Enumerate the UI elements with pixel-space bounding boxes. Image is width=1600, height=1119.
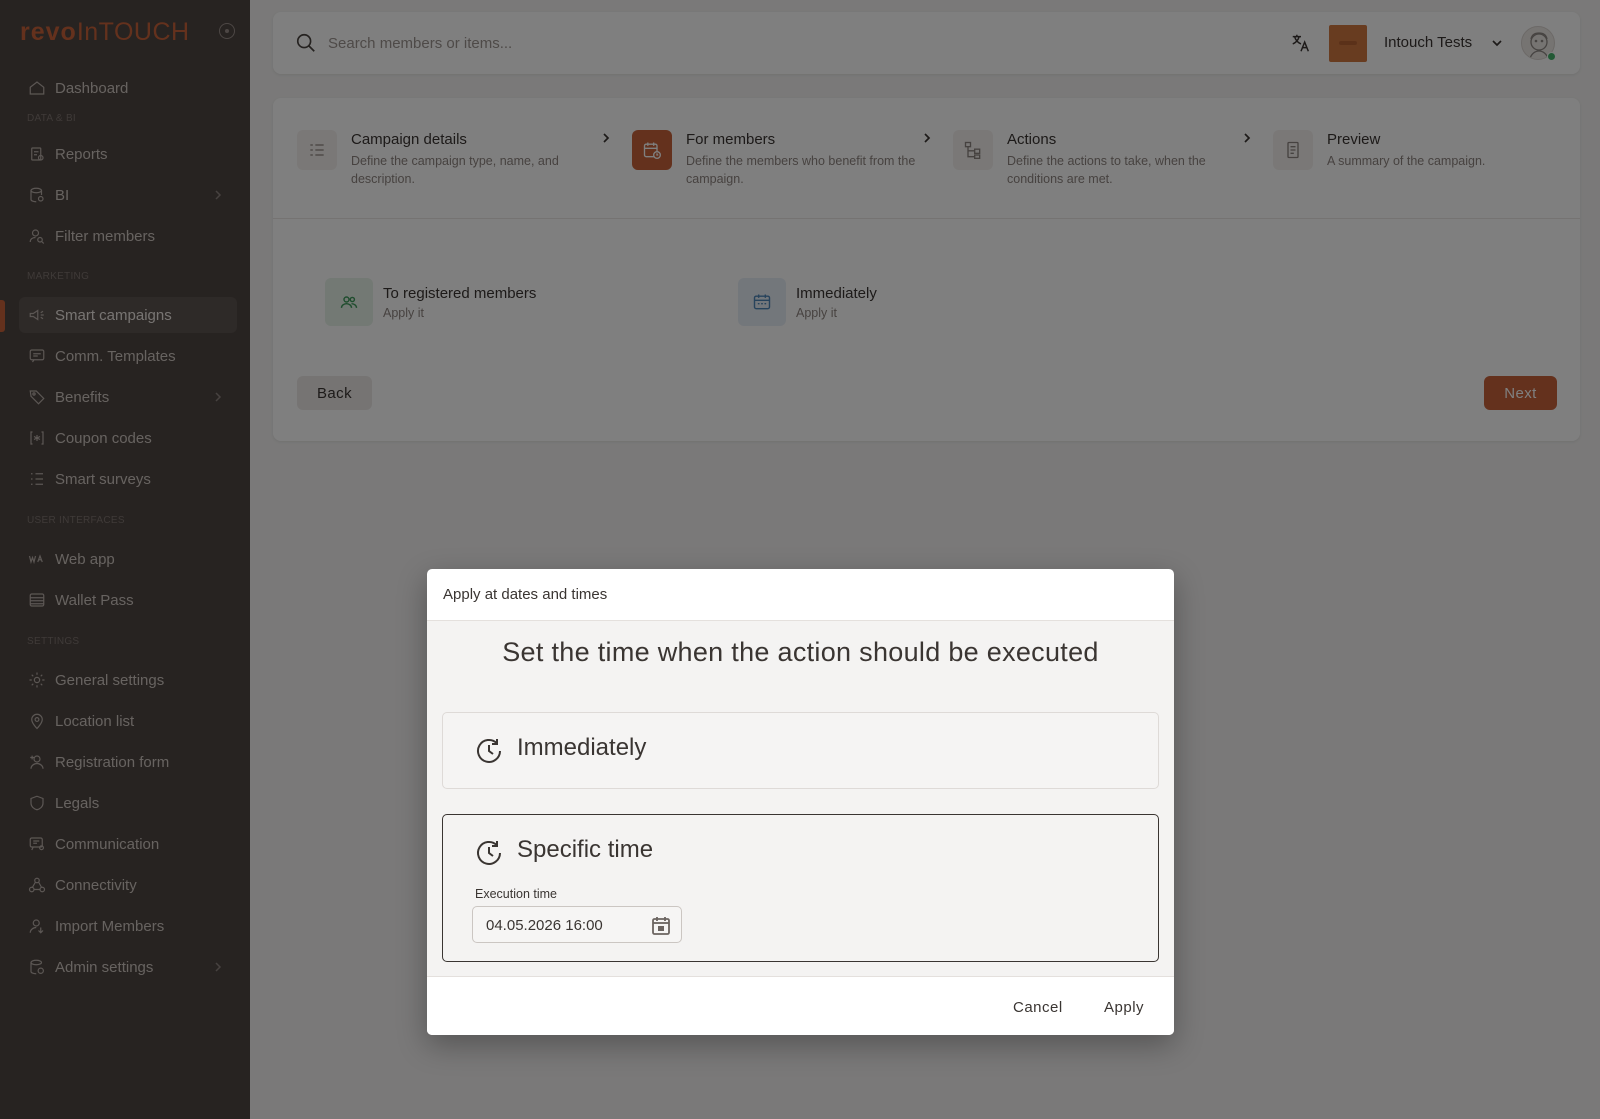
execution-time-label: Execution time	[475, 887, 557, 901]
apply-button[interactable]: Apply	[1092, 990, 1156, 1024]
calendar-icon[interactable]	[650, 914, 672, 936]
dialog-heading: Set the time when the action should be e…	[502, 637, 1099, 667]
execution-time-input[interactable]	[486, 915, 646, 935]
clock-icon	[474, 736, 504, 766]
apply-dates-dialog: Apply at dates and times Set the time wh…	[427, 569, 1174, 1035]
choice-immediately[interactable]: Immediately	[442, 712, 1159, 789]
choice-label: Immediately	[517, 734, 647, 761]
dialog-header: Apply at dates and times	[427, 569, 1174, 621]
choice-label: Specific time	[517, 836, 654, 863]
choice-specific-time[interactable]: Specific time Execution time	[442, 814, 1159, 962]
clock-icon	[474, 838, 504, 868]
dialog-body: Set the time when the action should be e…	[427, 621, 1174, 976]
execution-time-field[interactable]	[472, 906, 682, 943]
dialog-footer: Cancel Apply	[427, 976, 1174, 1035]
dialog-title: Apply at dates and times	[443, 586, 608, 603]
cancel-button[interactable]: Cancel	[1001, 990, 1075, 1024]
